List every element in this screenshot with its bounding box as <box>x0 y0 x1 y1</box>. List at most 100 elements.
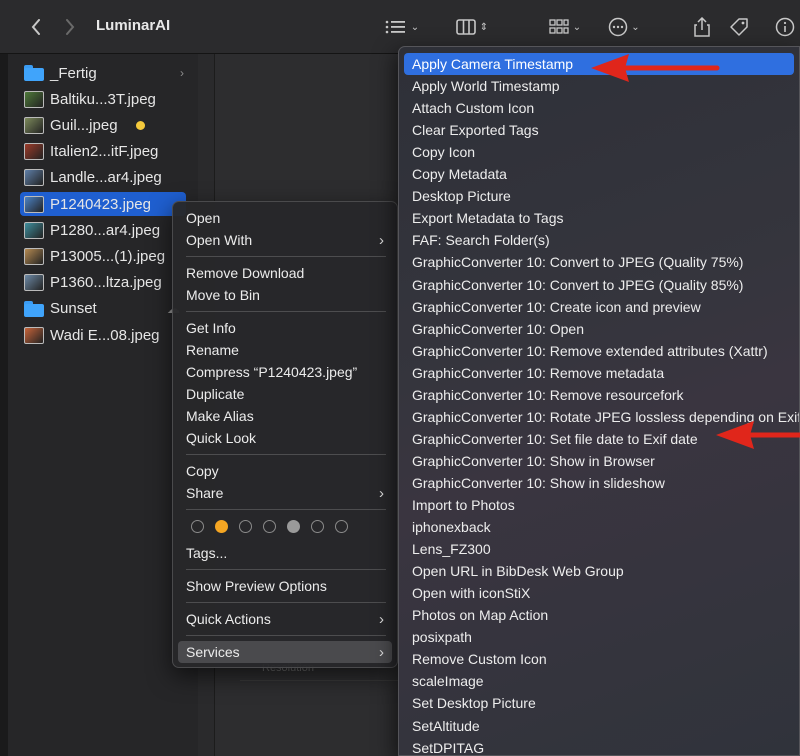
annotation-arrow-bottom <box>716 421 800 449</box>
file-name: P13005...(1).jpeg <box>50 247 166 265</box>
share-button[interactable] <box>690 14 714 40</box>
file-row[interactable]: Wadi E...08.jpeg <box>20 323 190 347</box>
menu-item-label: Duplicate <box>186 386 245 402</box>
file-row[interactable]: Landle...ar4.jpeg <box>20 166 190 190</box>
tag-color-circle[interactable] <box>263 520 276 533</box>
service-label: GraphicConverter 10: Convert to JPEG (Qu… <box>412 276 744 293</box>
service-label: Import to Photos <box>412 497 515 513</box>
action-button[interactable]: ⌄ <box>604 14 644 40</box>
file-name: Guil...jpeg <box>50 116 118 134</box>
service-item[interactable]: GraphicConverter 10: Open <box>404 318 794 340</box>
share-icon <box>694 17 710 37</box>
menu-item-get-info[interactable]: Get Info <box>178 317 392 339</box>
menu-item-share[interactable]: Share › <box>178 482 392 504</box>
chevron-right-icon[interactable]: › <box>180 66 184 80</box>
file-row[interactable]: Guil...jpeg <box>20 113 190 137</box>
file-row[interactable]: Italien2...itF.jpeg <box>20 140 190 164</box>
tags-button[interactable] <box>726 14 752 40</box>
forward-button[interactable] <box>58 14 82 40</box>
service-item[interactable]: Clear Exported Tags <box>404 119 794 141</box>
service-item[interactable]: GraphicConverter 10: Convert to JPEG (Qu… <box>404 274 794 296</box>
service-item[interactable]: Desktop Picture <box>404 185 794 207</box>
menu-item-make-alias[interactable]: Make Alias <box>178 405 392 427</box>
tag-color-circle[interactable] <box>287 520 300 533</box>
service-item[interactable]: GraphicConverter 10: Remove extended att… <box>404 340 794 362</box>
service-item[interactable]: GraphicConverter 10: Create icon and pre… <box>404 296 794 318</box>
service-item[interactable]: iphonexback <box>404 516 794 538</box>
list-view-icon <box>385 20 405 34</box>
menu-item-label: Get Info <box>186 320 236 336</box>
service-item[interactable]: FAF: Search Folder(s) <box>404 229 794 251</box>
service-item[interactable]: Remove Custom Icon <box>404 648 794 670</box>
menu-item-remove-download[interactable]: Remove Download <box>178 262 392 284</box>
menu-item-copy[interactable]: Copy <box>178 460 392 482</box>
info-button[interactable] <box>772 14 798 40</box>
tag-color-circle[interactable] <box>239 520 252 533</box>
menu-item-quick-actions[interactable]: Quick Actions › <box>178 608 392 630</box>
menu-item-quick-look[interactable]: Quick Look <box>178 427 392 449</box>
updown-chevron-icon: ⇕ <box>479 21 489 33</box>
file-row[interactable]: P1240423.jpeg <box>20 192 186 216</box>
menu-separator <box>186 311 386 312</box>
service-item[interactable]: Copy Icon <box>404 141 794 163</box>
info-icon <box>775 17 795 37</box>
divider <box>240 680 400 681</box>
file-row[interactable]: Baltiku...3T.jpeg <box>20 87 190 111</box>
menu-item-label: Show Preview Options <box>186 578 327 594</box>
chevron-right-icon <box>66 19 75 35</box>
service-item[interactable]: Export Metadata to Tags <box>404 207 794 229</box>
file-name: P1240423.jpeg <box>50 195 151 213</box>
chevron-down-icon: ⌄ <box>631 21 640 33</box>
folder-row[interactable]: Sunset☁ <box>20 297 190 321</box>
service-item[interactable]: posixpath <box>404 626 794 648</box>
file-row[interactable]: P13005...(1).jpeg <box>20 244 190 268</box>
service-item[interactable]: Set Desktop Picture <box>404 692 794 714</box>
menu-item-tags[interactable]: Tags... <box>178 542 392 564</box>
service-label: Export Metadata to Tags <box>412 210 564 227</box>
service-item[interactable]: GraphicConverter 10: Remove metadata <box>404 362 794 384</box>
file-row[interactable]: P1360...ltza.jpeg <box>20 271 190 295</box>
service-label: Copy Metadata <box>412 166 507 183</box>
menu-item-open-with[interactable]: Open With › <box>178 229 392 251</box>
file-row[interactable]: P1280...ar4.jpeg <box>20 218 190 242</box>
group-button[interactable]: ⌄ <box>544 14 586 40</box>
service-item[interactable]: Copy Metadata <box>404 163 794 185</box>
menu-item-label: Quick Look <box>186 430 257 446</box>
service-item[interactable]: GraphicConverter 10: Show in slideshow <box>404 472 794 494</box>
menu-item-label: Remove Download <box>186 265 305 281</box>
service-label: SetAltitude <box>412 717 480 734</box>
service-item[interactable]: Lens_FZ300 <box>404 538 794 560</box>
service-label: iphonexback <box>412 519 491 536</box>
menu-item-duplicate[interactable]: Duplicate <box>178 383 392 405</box>
service-item[interactable]: GraphicConverter 10: Convert to JPEG (Qu… <box>404 251 794 273</box>
menu-item-services[interactable]: Services › <box>178 641 392 663</box>
folder-row[interactable]: _Fertig › <box>20 61 190 85</box>
tag-color-circle[interactable] <box>311 520 324 533</box>
column-view-button[interactable]: ⇕ <box>452 14 492 40</box>
service-item[interactable]: GraphicConverter 10: Remove resourcefork <box>404 384 794 406</box>
service-item[interactable]: SetDPITAG <box>404 737 794 755</box>
service-item[interactable]: scaleImage <box>404 670 794 692</box>
tag-color-circle[interactable] <box>215 520 228 533</box>
service-label: Lens_FZ300 <box>412 541 491 558</box>
service-label: Apply Camera Timestamp <box>412 56 574 72</box>
service-item[interactable]: Attach Custom Icon <box>404 97 794 119</box>
service-item[interactable]: Open with iconStiX <box>404 582 794 604</box>
service-item[interactable]: Import to Photos <box>404 494 794 516</box>
service-item[interactable]: Photos on Map Action <box>404 604 794 626</box>
menu-item-show-preview-options[interactable]: Show Preview Options <box>178 575 392 597</box>
menu-item-rename[interactable]: Rename <box>178 339 392 361</box>
menu-item-move-to-bin[interactable]: Move to Bin <box>178 284 392 306</box>
service-label: Clear Exported Tags <box>412 122 539 139</box>
back-button[interactable] <box>24 14 48 40</box>
tag-color-circle[interactable] <box>335 520 348 533</box>
tag-color-circle[interactable] <box>191 520 204 533</box>
tag-dot <box>135 120 145 130</box>
chevron-right-icon: › <box>379 610 384 628</box>
menu-item-label: Tags... <box>186 545 228 561</box>
menu-item-open[interactable]: Open <box>178 207 392 229</box>
menu-item-compress[interactable]: Compress “P1240423.jpeg” <box>178 361 392 383</box>
service-item[interactable]: SetAltitude <box>404 715 794 737</box>
service-item[interactable]: Open URL in BibDesk Web Group <box>404 560 794 582</box>
view-options-button[interactable]: ⌄ <box>380 14 424 40</box>
